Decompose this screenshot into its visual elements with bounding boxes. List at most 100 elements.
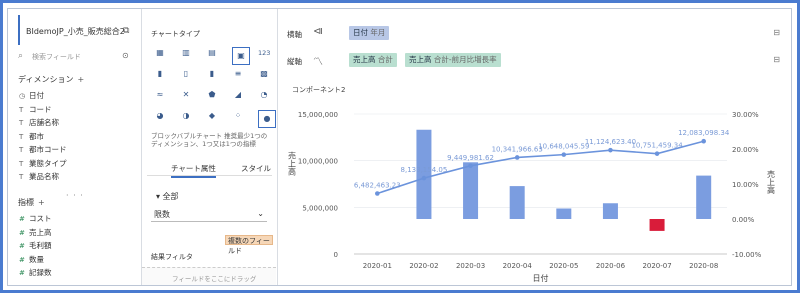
line-point[interactable] [608,147,613,153]
dimension-label: コード [29,104,52,114]
search-icon: ⌕ [18,51,24,61]
line-point[interactable] [375,191,380,196]
line-point[interactable] [514,155,520,160]
dimension-label: 業態タイプ [29,158,67,168]
point-cloud-icon[interactable]: ⁘ [232,110,244,122]
x-tick: 2020-01 [363,262,392,270]
clock-icon: ◷ [19,92,26,100]
radar-icon[interactable]: ⬟ [206,89,218,101]
dimension-item[interactable]: T コード [19,104,52,115]
line-point[interactable] [468,163,473,169]
combo-chart-icon[interactable]: ▣ [232,47,250,65]
dimension-item[interactable]: T 都市 [19,131,44,142]
y-left-tick: 0 [334,251,338,259]
detail-table-icon[interactable]: ▤ [206,47,218,59]
multiple-fields-tag[interactable]: 複数のフィールド [225,235,273,255]
text-icon: T [19,173,24,181]
splitter-handle[interactable]: · · · [66,191,84,200]
y-right-tick: 10.00% [732,181,759,189]
bar[interactable] [463,162,479,219]
field-search[interactable]: ⌕ 検索フィールド ⊙ [18,51,129,63]
bar[interactable] [649,219,665,231]
sales-growth-pill[interactable]: 売上高 合計-前月比増長率 [405,53,501,67]
bar[interactable] [696,175,712,219]
text-icon: T [19,132,24,141]
measure-header: 指標 + [18,198,45,207]
all-section-toggle[interactable]: ▾ 全部 [156,191,179,202]
x-axis-shelf[interactable]: 横軸 ⧏ 日付 年月 ⊟ [283,25,788,42]
pivot-bar-icon[interactable]: ▩ [258,68,270,80]
y-right-axis-label: 売上高 [767,169,776,195]
bubble-chart-icon[interactable]: ● [258,110,276,128]
x-tick: 2020-08 [689,262,718,270]
dimension-item[interactable]: ◷ 日付 [19,90,44,101]
line-point[interactable] [421,175,427,181]
text-icon: T [19,146,24,154]
y-left-tick: 15,000,000 [298,111,338,119]
line-point[interactable] [701,138,706,144]
text-icon: T [19,119,24,127]
number-icon: # [19,242,25,250]
axis-type-icon[interactable]: ⧏ [313,26,323,37]
line-chart-icon[interactable]: 〽 [313,53,323,68]
aggregate-dropdown-value: 限数 [154,210,170,219]
tab-chart-properties[interactable]: チャート属性 [171,163,216,178]
measure-item[interactable]: # 毛利額 [19,240,52,251]
gauge-icon[interactable]: ◔ [258,89,270,101]
number-card-icon[interactable]: 123 [258,47,270,59]
dimension-label: 都市 [29,131,44,141]
measure-item[interactable]: # 売上高 [19,227,52,238]
horizontal-bar-icon[interactable]: ≡ [232,68,244,80]
donut-icon[interactable]: ◑ [180,110,192,122]
bar[interactable] [556,208,572,220]
lock-icon[interactable]: ⊟ [773,55,780,64]
y-left-axis-label: 売上高 [288,150,297,176]
x-tick: 2020-03 [456,262,485,270]
add-dimension-icon[interactable]: + [77,75,84,84]
percent-bar-icon[interactable]: ▮ [206,68,218,80]
add-measure-icon[interactable]: + [38,198,45,207]
scatter-x-icon[interactable]: ✕ [180,89,192,101]
dataset-switch-icon[interactable]: ⧉ [123,26,129,36]
number-icon: # [19,228,25,237]
measure-item[interactable]: # 記録数 [19,267,52,278]
lock-icon[interactable]: ⊟ [773,28,780,37]
map-icon[interactable]: ◆ [206,110,218,122]
line-point[interactable] [654,151,660,156]
x-tick: 2020-02 [409,262,438,270]
line-point[interactable] [561,152,567,157]
bar[interactable] [602,203,618,219]
data-label: 10,648,045.59 [538,143,589,151]
search-input[interactable]: 検索フィールド [32,52,81,62]
x-tick: 2020-07 [642,262,671,270]
dataset-title[interactable]: BIdemoJP_小売_販売総合2 [18,15,130,45]
sales-sum-pill[interactable]: 売上高 合計 [349,53,397,67]
bar[interactable] [509,186,525,219]
dimension-item[interactable]: T 店舗名称 [19,117,59,128]
dimension-header: ディメンション + [18,75,85,84]
table-chart-icon[interactable]: ▦ [154,47,166,59]
stacked-bar-icon[interactable]: ▯ [180,68,192,80]
line-chart-icon[interactable]: ≈ [154,89,166,101]
filter-drop-zone[interactable]: フィールドをここにドラッグ [142,267,276,285]
bar[interactable] [416,129,432,219]
more-options-icon[interactable]: ⊙ [122,51,129,60]
dimension-item[interactable]: T 業態タイプ [19,158,67,169]
tab-style[interactable]: スタイル [241,163,271,174]
y-left-tick: 10,000,000 [298,158,338,166]
cross-table-icon[interactable]: ▥ [180,47,192,59]
number-icon: # [19,255,25,264]
measure-item[interactable]: # コスト [19,213,52,224]
text-icon: T [19,105,24,114]
measure-item[interactable]: # 数量 [19,254,44,265]
chart-area: 横軸 ⧏ 日付 年月 ⊟ 縦軸 〽 売上高 合計 売上高 合計-前月比増長率 ⊟… [278,9,791,285]
dimension-item[interactable]: T 業品名称 [19,171,59,182]
y-axis-shelf[interactable]: 縦軸 〽 売上高 合計 売上高 合計-前月比増長率 ⊟ [283,52,788,69]
dimension-item[interactable]: T 都市コード [19,144,67,155]
pie-chart-icon[interactable]: ◕ [154,110,166,122]
date-pill[interactable]: 日付 年月 [349,26,390,40]
area-chart-icon[interactable]: ◢ [232,89,244,101]
aggregate-dropdown[interactable]: 限数 ⌄ [151,207,267,222]
app-window: BIdemoJP_小売_販売総合2 ⧉ ⌕ 検索フィールド ⊙ ディメンション +… [7,8,792,286]
bar-chart-icon[interactable]: ▮ [154,68,166,80]
